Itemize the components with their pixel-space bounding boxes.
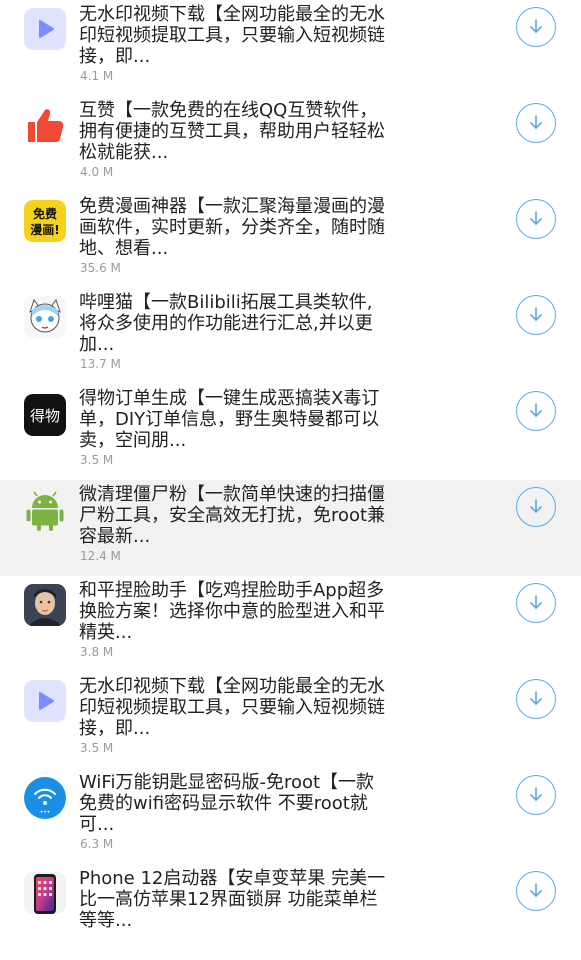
app-size: 12.4 M	[80, 549, 121, 563]
download-arrow-icon	[530, 883, 542, 897]
app-title[interactable]: 哔哩猫【一款Bilibili拓展工具类软件,将众多使用的作功能进行汇总,并以更加…	[79, 292, 389, 355]
svg-text:•••: •••	[40, 809, 51, 816]
download-arrow-icon	[530, 787, 542, 801]
download-arrow-icon	[530, 19, 542, 33]
download-button[interactable]	[516, 199, 556, 239]
download-arrow-icon	[530, 115, 542, 129]
download-button[interactable]	[516, 679, 556, 719]
dewu-icon: 得物	[24, 394, 66, 436]
app-size: 13.7 M	[80, 357, 121, 371]
svg-text:免费: 免费	[33, 206, 57, 221]
download-arrow-icon	[530, 691, 542, 705]
app-title[interactable]: 无水印视频下载【全网功能最全的无水印短视频提取工具，只要输入短视频链接，即...	[79, 4, 389, 67]
app-list-item[interactable]: 互赞【一款免费的在线QQ互赞软件，拥有便捷的互赞工具，帮助用户轻轻松松就能获..…	[0, 96, 581, 192]
play-icon	[24, 680, 66, 722]
app-list-item[interactable]: 无水印视频下载【全网功能最全的无水印短视频提取工具，只要输入短视频链接，即...…	[0, 0, 581, 96]
app-size: 35.6 M	[80, 261, 121, 275]
app-size: 4.0 M	[80, 165, 114, 179]
app-size: 3.5 M	[80, 741, 114, 755]
app-title[interactable]: Phone 12启动器【安卓变苹果 完美一比一高仿苹果12界面锁屏 功能菜单栏等…	[79, 868, 389, 931]
app-list-item[interactable]: 微清理僵尸粉【一款简单快速的扫描僵尸粉工具，安全高效无打扰，免root兼容最新.…	[0, 480, 581, 576]
comic-icon: 免费 漫画!	[24, 200, 66, 242]
face-avatar-icon	[24, 584, 66, 626]
play-icon	[24, 8, 66, 50]
download-arrow-icon	[530, 499, 542, 513]
download-arrow-icon	[530, 307, 542, 321]
svg-text:得物: 得物	[30, 407, 60, 425]
app-title[interactable]: 免费漫画神器【一款汇聚海量漫画的漫画软件，实时更新，分类齐全，随时随地、想看..…	[79, 196, 389, 259]
app-list: 无水印视频下载【全网功能最全的无水印短视频提取工具，只要输入短视频链接，即...…	[0, 0, 581, 960]
download-arrow-icon	[530, 211, 542, 225]
wifi-icon: •••	[24, 777, 66, 819]
app-list-item[interactable]: 哔哩猫【一款Bilibili拓展工具类软件,将众多使用的作功能进行汇总,并以更加…	[0, 288, 581, 384]
app-title[interactable]: 无水印视频下载【全网功能最全的无水印短视频提取工具，只要输入短视频链接，即...	[79, 676, 389, 739]
iphone-icon	[24, 872, 66, 914]
app-title[interactable]: 和平捏脸助手【吃鸡捏脸助手App超多换脸方案！选择你中意的脸型进入和平精英...	[79, 580, 389, 643]
anime-cat-icon	[24, 296, 66, 338]
download-arrow-icon	[530, 403, 542, 417]
app-title[interactable]: 得物订单生成【一键生成恶搞装X毒订单，DIY订单信息，野生奥特曼都可以卖，空间朋…	[79, 388, 389, 451]
android-icon	[24, 490, 66, 532]
download-button[interactable]	[516, 583, 556, 623]
app-list-item[interactable]: Phone 12启动器【安卓变苹果 完美一比一高仿苹果12界面锁屏 功能菜单栏等…	[0, 864, 581, 960]
app-size: 3.8 M	[80, 645, 114, 659]
download-button[interactable]	[516, 103, 556, 143]
download-arrow-icon	[530, 595, 542, 609]
download-button[interactable]	[516, 775, 556, 815]
app-list-item[interactable]: 无水印视频下载【全网功能最全的无水印短视频提取工具，只要输入短视频链接，即...…	[0, 672, 581, 768]
app-list-item[interactable]: 得物 得物订单生成【一键生成恶搞装X毒订单，DIY订单信息，野生奥特曼都可以卖，空…	[0, 384, 581, 480]
app-size: 6.3 M	[80, 837, 114, 851]
app-size: 4.1 M	[80, 69, 114, 83]
thumbs-up-icon	[24, 104, 66, 146]
app-size: 3.5 M	[80, 453, 114, 467]
app-title[interactable]: 互赞【一款免费的在线QQ互赞软件，拥有便捷的互赞工具，帮助用户轻轻松松就能获..…	[79, 100, 389, 163]
app-list-item[interactable]: ••• WiFi万能钥匙显密码版-免root【一款免费的wifi密码显示软件 不要…	[0, 768, 581, 864]
download-button[interactable]	[516, 487, 556, 527]
app-list-item[interactable]: 免费 漫画! 免费漫画神器【一款汇聚海量漫画的漫画软件，实时更新，分类齐全，随时随地…	[0, 192, 581, 288]
svg-text:漫画!: 漫画!	[30, 222, 59, 237]
app-list-item[interactable]: 和平捏脸助手【吃鸡捏脸助手App超多换脸方案！选择你中意的脸型进入和平精英...…	[0, 576, 581, 672]
app-title[interactable]: 微清理僵尸粉【一款简单快速的扫描僵尸粉工具，安全高效无打扰，免root兼容最新.…	[79, 484, 389, 547]
download-button[interactable]	[516, 871, 556, 911]
app-title[interactable]: WiFi万能钥匙显密码版-免root【一款免费的wifi密码显示软件 不要roo…	[79, 772, 389, 835]
download-button[interactable]	[516, 391, 556, 431]
download-button[interactable]	[516, 295, 556, 335]
download-button[interactable]	[516, 7, 556, 47]
